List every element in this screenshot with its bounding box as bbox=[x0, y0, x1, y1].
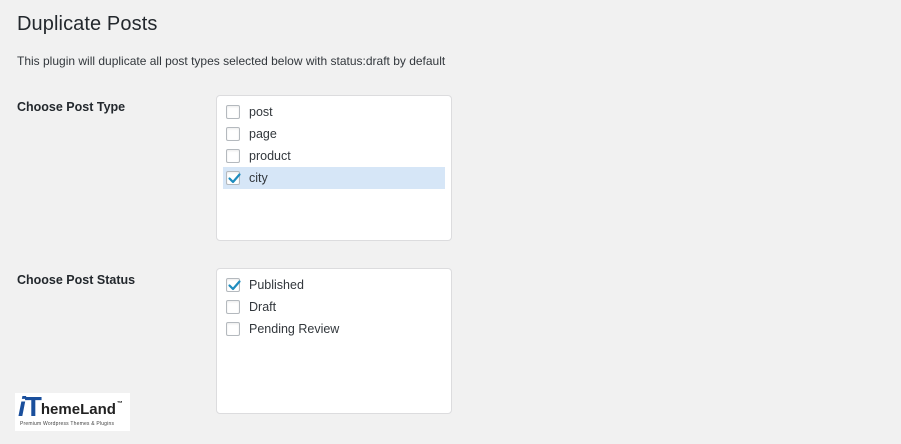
option-label: city bbox=[249, 171, 268, 185]
post-status-option-draft[interactable]: Draft bbox=[223, 296, 445, 318]
option-label: page bbox=[249, 127, 277, 141]
post-type-checklist[interactable]: post page product city bbox=[216, 95, 452, 241]
checkmark-icon bbox=[228, 173, 241, 184]
post-status-option-published[interactable]: Published bbox=[223, 274, 445, 296]
checkbox[interactable] bbox=[226, 105, 240, 119]
option-label: post bbox=[249, 105, 273, 119]
checkmark-icon bbox=[228, 280, 241, 291]
post-type-option-page[interactable]: page bbox=[223, 123, 445, 145]
page-description: This plugin will duplicate all post type… bbox=[17, 54, 446, 68]
post-type-option-city[interactable]: city bbox=[223, 167, 445, 189]
checkbox[interactable] bbox=[226, 300, 240, 314]
trademark-symbol: ™ bbox=[116, 401, 123, 407]
logo-tagline: Premium Wordpress Themes & Plugins bbox=[20, 421, 115, 427]
post-type-option-product[interactable]: product bbox=[223, 145, 445, 167]
logo-text: hemeLand bbox=[40, 401, 116, 418]
post-status-checklist[interactable]: Published Draft Pending Review bbox=[216, 268, 452, 414]
checkbox[interactable] bbox=[226, 322, 240, 336]
option-label: product bbox=[249, 149, 291, 163]
post-type-option-post[interactable]: post bbox=[223, 101, 445, 123]
option-label: Published bbox=[249, 278, 304, 292]
checkbox[interactable] bbox=[226, 278, 241, 292]
settings-page: Duplicate Posts This plugin will duplica… bbox=[0, 0, 901, 444]
checkbox[interactable] bbox=[226, 171, 241, 185]
post-status-label: Choose Post Status bbox=[17, 273, 136, 287]
page-title: Duplicate Posts bbox=[17, 13, 158, 35]
ithemeland-logo: i ThemeLand ™ Premium Wordpress Themes & P… bbox=[15, 393, 130, 431]
option-label: Draft bbox=[249, 300, 277, 314]
post-status-option-pending-review[interactable]: Pending Review bbox=[223, 318, 445, 340]
logo-letter-t: T bbox=[24, 391, 42, 422]
checkbox[interactable] bbox=[226, 149, 240, 163]
option-label: Pending Review bbox=[249, 322, 340, 336]
checkbox[interactable] bbox=[226, 127, 240, 141]
logo-letter-i: i bbox=[18, 391, 26, 422]
post-type-label: Choose Post Type bbox=[17, 100, 126, 114]
logo-wordmark: i ThemeLand ™ bbox=[18, 391, 127, 422]
